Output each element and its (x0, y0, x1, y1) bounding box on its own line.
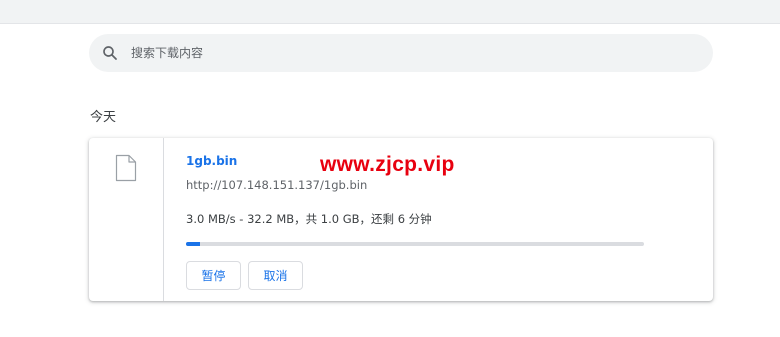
file-icon (115, 154, 137, 182)
watermark-text: www.zjcp.vip (320, 153, 455, 176)
top-toolbar (0, 0, 780, 24)
search-icon (103, 46, 117, 60)
search-bar[interactable] (89, 34, 713, 72)
progress-bar-fill (186, 242, 200, 246)
card-divider (163, 138, 164, 301)
cancel-button[interactable]: 取消 (248, 261, 303, 290)
search-input[interactable] (131, 43, 691, 63)
pause-button[interactable]: 暂停 (186, 261, 241, 290)
file-name-link[interactable]: 1gb.bin (186, 154, 237, 168)
section-date-header: 今天 (90, 110, 117, 125)
download-status: 3.0 MB/s - 32.2 MB，共 1.0 GB，还剩 6 分钟 (186, 212, 432, 226)
file-source-url: http://107.148.151.137/1gb.bin (186, 178, 368, 192)
progress-bar (186, 242, 644, 246)
